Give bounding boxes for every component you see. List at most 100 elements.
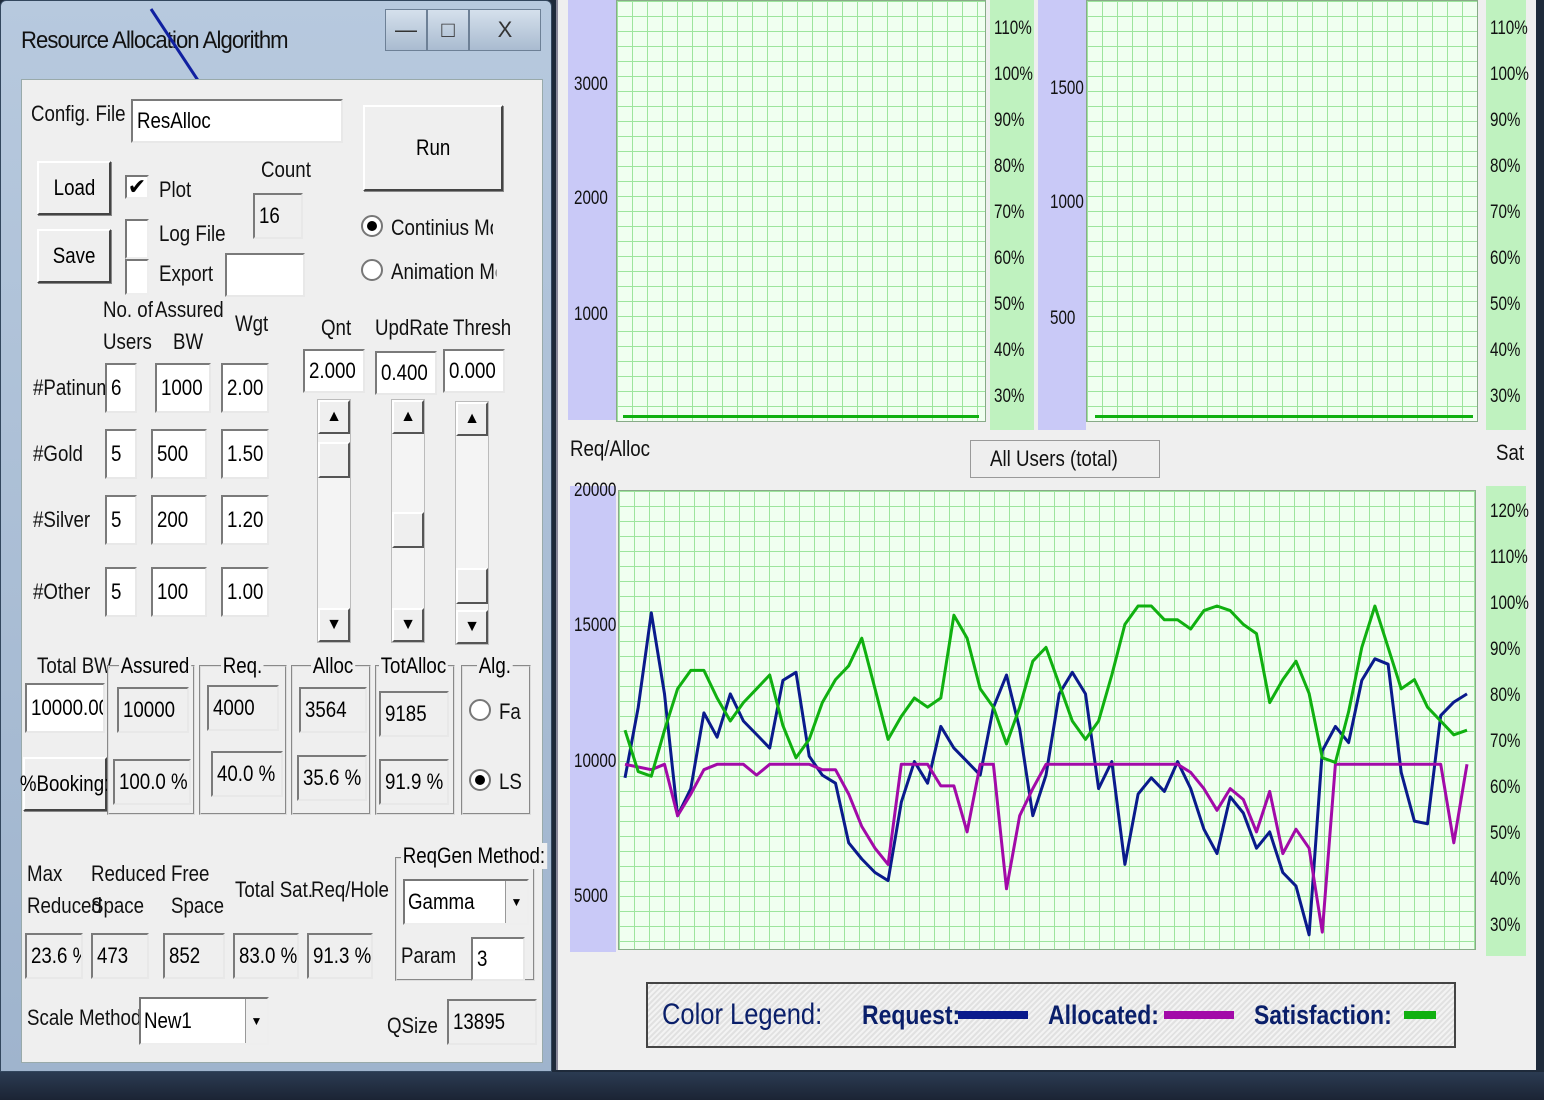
scroll-up-icon[interactable]: ▲ — [392, 400, 424, 434]
alg-ls-radio[interactable] — [469, 769, 491, 791]
count-label: Count — [261, 157, 311, 182]
sat-tick: 100% — [1490, 64, 1529, 85]
run-button[interactable]: Run — [363, 105, 503, 191]
total-sat-label: Total Sat. — [235, 877, 313, 902]
scale-method-select[interactable]: New1 ▼ — [139, 997, 269, 1045]
sat-tick: 110% — [1490, 18, 1528, 39]
updrate-input[interactable]: 0.400 — [375, 351, 437, 395]
scroll-thumb[interactable] — [392, 512, 424, 548]
booking-button[interactable]: %Booking: — [20, 757, 110, 811]
log-file-checkbox[interactable] — [125, 219, 149, 259]
free-space-value: 852 — [163, 933, 225, 979]
weight-input[interactable]: 1.00 — [221, 567, 269, 617]
assured-bw-input[interactable]: 1000 — [155, 363, 211, 413]
config-file-input[interactable]: ResAlloc — [131, 99, 343, 143]
sat-tick: 30% — [994, 386, 1025, 407]
chart-title-box: All Users (total) — [970, 440, 1160, 478]
sat-tick: 100% — [994, 64, 1033, 85]
scroll-down-icon[interactable]: ▼ — [456, 610, 488, 644]
qnt-scrollbar[interactable]: ▲ ▼ — [317, 399, 351, 643]
weight-input[interactable]: 1.50 — [221, 429, 269, 479]
y-tick: 5000 — [574, 885, 608, 907]
alloc-pct: 35.6 % — [297, 755, 367, 801]
export-checkbox[interactable] — [125, 259, 149, 295]
count-value: 16 — [253, 193, 303, 239]
req-pct: 40.0 % — [211, 751, 283, 797]
sat-tick: 70% — [1490, 731, 1521, 752]
sat-tick: 90% — [1490, 110, 1521, 131]
scroll-thumb[interactable] — [318, 442, 350, 478]
reqgen-method-select[interactable]: Gamma ▼ — [403, 879, 529, 925]
chevron-down-icon[interactable]: ▼ — [245, 999, 267, 1043]
continuous-mode-label: Continius Mode — [391, 215, 493, 240]
sat-tick: 60% — [994, 248, 1025, 269]
top-left-sat-axis: 110% 100% 90% 80% 70% 60% 50% 40% 30% — [990, 0, 1034, 430]
totalloc-value: 9185 — [379, 691, 449, 737]
user-count-input[interactable]: 5 — [105, 429, 137, 479]
weight-input[interactable]: 2.00 — [221, 363, 269, 413]
sat-tick: 50% — [994, 294, 1025, 315]
assured-bw-input[interactable]: 100 — [151, 567, 207, 617]
user-class-label: #Silver — [33, 507, 91, 532]
weight-input[interactable]: 1.20 — [221, 495, 269, 545]
user-count-input[interactable]: 6 — [105, 363, 137, 413]
scroll-thumb[interactable] — [456, 568, 488, 604]
assured-header-1: Assured — [155, 297, 224, 322]
scroll-up-icon[interactable]: ▲ — [456, 402, 488, 436]
qsize-value: 13895 — [447, 999, 537, 1045]
export-input[interactable] — [225, 253, 305, 297]
chevron-down-icon[interactable]: ▼ — [505, 881, 527, 923]
alg-fast-label: Fast — [499, 699, 521, 724]
req-hole-value: 91.3 % — [307, 933, 373, 979]
updrate-scrollbar[interactable]: ▲ ▼ — [391, 399, 425, 643]
scroll-up-icon[interactable]: ▲ — [318, 400, 350, 434]
load-button[interactable]: Load — [37, 161, 111, 215]
continuous-mode-radio[interactable] — [361, 215, 383, 237]
y-tick: 1500 — [1050, 78, 1084, 99]
assured-bw-input[interactable]: 500 — [151, 429, 207, 479]
sat-tick: 30% — [1490, 915, 1521, 936]
updrate-label: UpdRate — [375, 315, 449, 340]
satisfaction-line — [623, 415, 979, 418]
total-bw-input[interactable]: 10000.00 — [25, 683, 105, 733]
alg-ls-label: LS — [499, 769, 522, 794]
param-input[interactable]: 3 — [471, 937, 525, 981]
scroll-down-icon[interactable]: ▼ — [318, 608, 350, 642]
color-legend: Color Legend: Request: Allocated: Satisf… — [646, 982, 1456, 1048]
top-right-plot — [1086, 0, 1478, 422]
taskbar — [0, 1072, 1544, 1100]
main-chart-svg — [623, 604, 1469, 937]
assured-label: Assured — [119, 653, 192, 679]
sat-tick: 110% — [1490, 547, 1528, 568]
thresh-input[interactable]: 0.000 — [443, 349, 505, 393]
sat-tick: 80% — [1490, 156, 1521, 177]
user-class-label: #Other — [33, 579, 91, 604]
scroll-down-icon[interactable]: ▼ — [392, 608, 424, 642]
alg-fast-radio[interactable] — [469, 699, 491, 721]
user-count-input[interactable]: 5 — [105, 495, 137, 545]
req-label: Req. — [221, 653, 264, 679]
max-reduced-label-1: Max — [27, 861, 63, 886]
sat-tick: 40% — [1490, 340, 1521, 361]
user-count-input[interactable]: 5 — [105, 567, 137, 617]
config-file-label: Config. File — [31, 101, 126, 126]
y-tick: 500 — [1050, 308, 1076, 329]
sat-tick: 40% — [994, 340, 1025, 361]
plot-checkbox[interactable]: ✔ — [125, 175, 149, 199]
sat-tick: 60% — [1490, 248, 1521, 269]
assured-bw-input[interactable]: 200 — [151, 495, 207, 545]
plot-label: Plot — [159, 177, 192, 202]
thresh-scrollbar[interactable]: ▲ ▼ — [455, 401, 489, 645]
sat-tick: 110% — [994, 18, 1032, 39]
save-button[interactable]: Save — [37, 229, 111, 283]
alloc-value: 3564 — [299, 687, 367, 733]
main-y-axis: 20000 15000 10000 5000 — [570, 480, 617, 952]
users-header-1: No. of — [103, 297, 153, 322]
top-right-sat-axis: 110% 100% 90% 80% 70% 60% 50% 40% 30% — [1486, 0, 1529, 430]
animation-mode-radio[interactable] — [361, 259, 383, 281]
qnt-input[interactable]: 2.000 — [303, 349, 365, 393]
req-value: 4000 — [207, 685, 279, 731]
free-space-label-1: Free — [171, 861, 210, 886]
reduced-space-value: 473 — [91, 933, 149, 979]
y-tick: 15000 — [574, 615, 617, 637]
